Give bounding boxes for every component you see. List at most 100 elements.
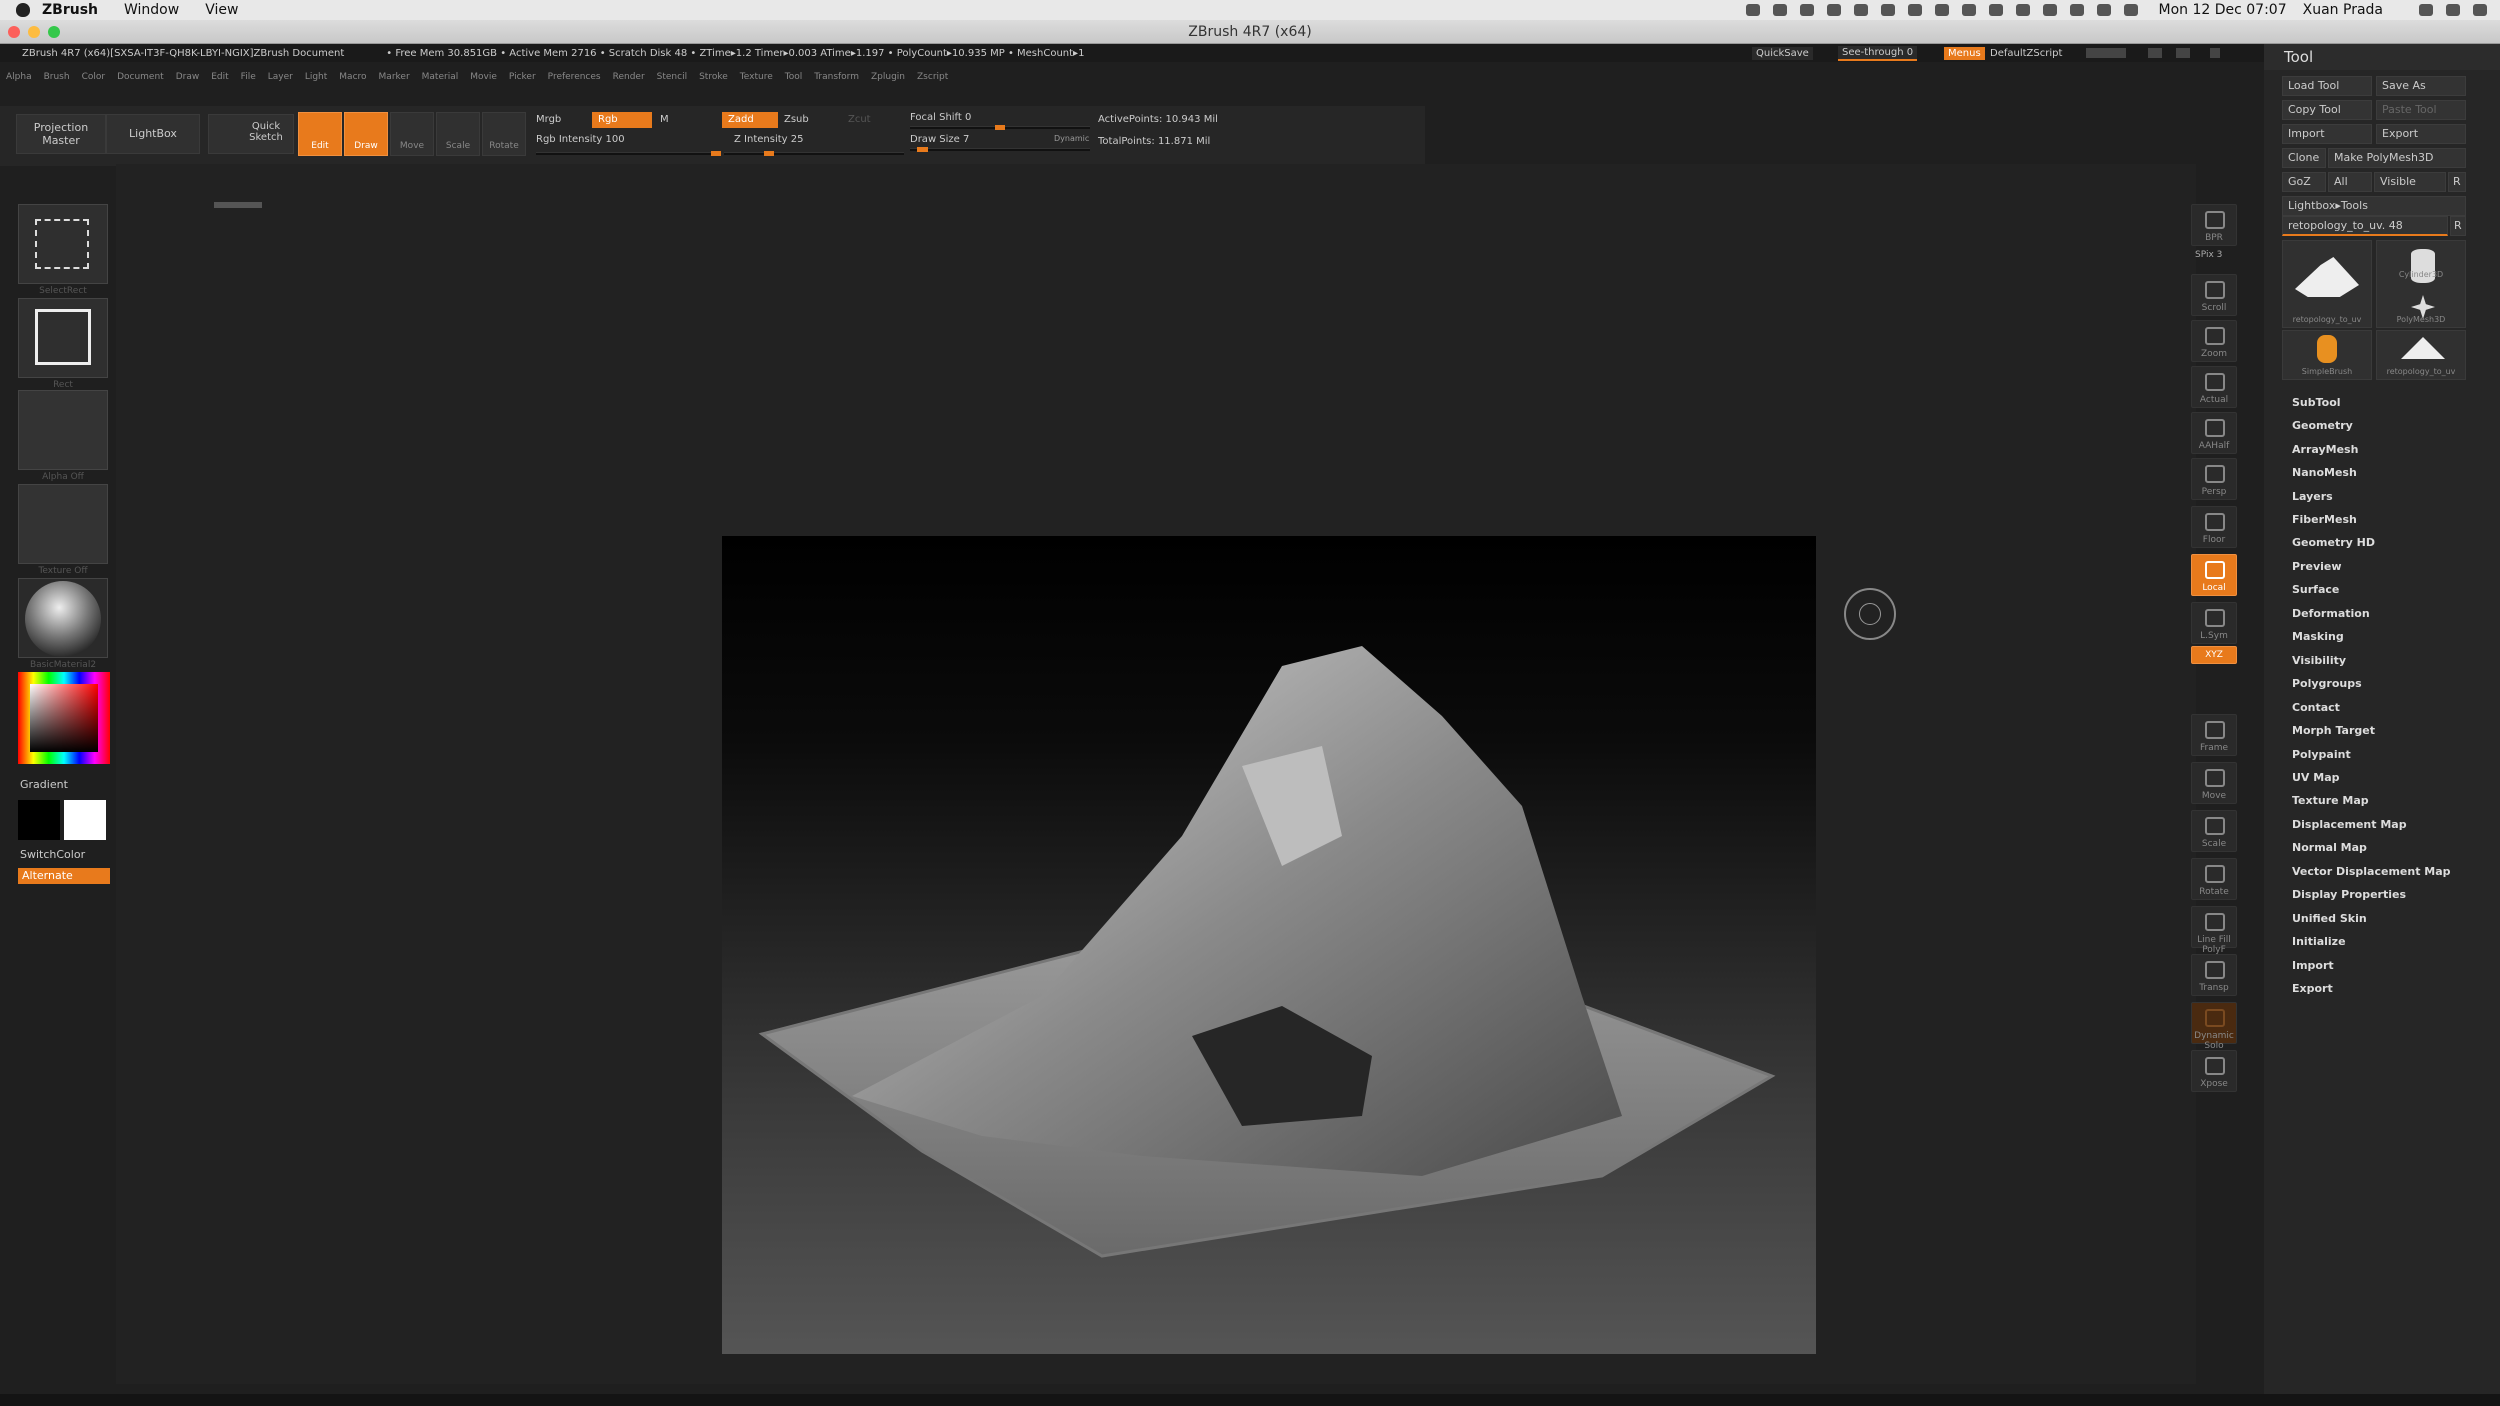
section-normal-map[interactable]: Normal Map [2292,841,2367,854]
current-tool-slider[interactable]: retopology_to_uv. 48 [2282,216,2448,236]
menu-stroke[interactable]: Stroke [699,72,728,82]
local-button[interactable]: Local [2191,554,2237,596]
menu-document[interactable]: Document [117,72,164,82]
rgb-intensity-slider[interactable] [536,151,722,156]
secondary-color-swatch[interactable] [64,800,106,840]
section-preview[interactable]: Preview [2292,560,2342,573]
quicksave-button[interactable]: QuickSave [1752,46,1813,60]
globe-icon[interactable] [1988,4,2003,16]
zoom-button[interactable]: Zoom [2191,320,2237,362]
lock-icon[interactable] [2210,48,2220,58]
menu-light[interactable]: Light [305,72,327,82]
alpha-slot[interactable] [18,390,108,470]
bottom-tray-handle[interactable] [0,1394,2500,1406]
menu-alpha[interactable]: Alpha [6,72,32,82]
wifi-icon[interactable] [2042,4,2057,16]
quick-sketch-button[interactable]: Quick Sketch [208,114,294,154]
arrows-icon[interactable] [1934,4,1949,16]
document-viewport[interactable] [722,536,1816,1354]
bpr-button[interactable]: BPR [2191,204,2237,246]
menu-window[interactable]: Window [124,2,179,18]
tool-thumb-retopology-2[interactable]: retopology_to_uv [2376,330,2466,380]
menu-zplugin[interactable]: Zplugin [871,72,905,82]
menu-layer[interactable]: Layer [268,72,293,82]
zadd-button[interactable]: Zadd [722,112,778,128]
section-vector-displacement-map[interactable]: Vector Displacement Map [2292,865,2451,878]
switch-color-button[interactable]: SwitchColor [20,848,85,861]
stroke-slot[interactable] [18,298,108,378]
mrgb-button[interactable]: Mrgb [536,114,561,125]
section-unified-skin[interactable]: Unified Skin [2292,912,2367,925]
m-button[interactable]: M [660,114,669,125]
volume-icon[interactable] [2096,4,2111,16]
menu-transform[interactable]: Transform [814,72,859,82]
layout-arrows-icon[interactable] [2086,48,2126,58]
clock[interactable]: Mon 12 Dec 07:07 [2159,2,2287,18]
copy-tool-button[interactable]: Copy Tool [2282,100,2372,120]
persp-button[interactable]: Persp [2191,458,2237,500]
tool-thumb-cylinder3d[interactable]: Cylinder3D PolyMesh3D [2376,240,2466,328]
goz-all-button[interactable]: All [2328,172,2372,192]
see-through-slider[interactable]: See-through 0 [1838,45,1918,61]
goz-button[interactable]: GoZ [2282,172,2326,192]
clone-button[interactable]: Clone [2282,148,2326,168]
menu-zscript[interactable]: Zscript [917,72,948,82]
section-geometry-hd[interactable]: Geometry HD [2292,536,2375,549]
edit-mode-button[interactable]: Edit [298,112,342,156]
menu-stencil[interactable]: Stencil [657,72,687,82]
section-deformation[interactable]: Deformation [2292,607,2370,620]
rotate-view-button[interactable]: Rotate [2191,858,2237,900]
default-zscript[interactable]: DefaultZScript [1986,47,2066,60]
brush-slot[interactable] [18,204,108,284]
tool-thumb-retopology[interactable]: retopology_to_uv [2282,240,2372,328]
projection-master-button[interactable]: Projection Master [16,114,106,154]
menu-material[interactable]: Material [422,72,459,82]
section-import[interactable]: Import [2292,959,2334,972]
tool-thumb-simplebrush[interactable]: SimpleBrush [2282,330,2372,380]
lightbox-tools-button[interactable]: Lightbox▸Tools [2282,196,2466,216]
menu-picker[interactable]: Picker [509,72,536,82]
eye-icon[interactable] [1907,4,1922,16]
section-layers[interactable]: Layers [2292,490,2333,503]
tool-palette-title[interactable]: Tool [2264,44,2500,70]
section-uv-map[interactable]: UV Map [2292,771,2340,784]
layout-icon[interactable] [2176,48,2190,58]
scale-mode-button[interactable]: Scale [436,112,480,156]
section-initialize[interactable]: Initialize [2292,935,2346,948]
spix-slider[interactable]: SPix 3 [2195,250,2222,260]
dropbox-icon[interactable] [1772,4,1787,16]
alternate-button[interactable]: Alternate [18,868,110,884]
color-picker[interactable] [18,672,110,764]
minimize-window-button[interactable] [28,26,40,38]
section-arraymesh[interactable]: ArrayMesh [2292,443,2358,456]
menu-brush[interactable]: Brush [44,72,70,82]
section-export[interactable]: Export [2292,982,2333,995]
current-tool-r-button[interactable]: R [2450,216,2466,236]
transp-button[interactable]: Transp [2191,954,2237,996]
bluetooth-icon[interactable] [2015,4,2030,16]
draw-mode-button[interactable]: Draw [344,112,388,156]
camera-icon[interactable] [1745,4,1760,16]
frame-button[interactable]: Frame [2191,714,2237,756]
canvas-scroll-handle[interactable] [214,202,262,208]
move-mode-button[interactable]: Move [390,112,434,156]
close-window-button[interactable] [8,26,20,38]
export-button[interactable]: Export [2376,124,2466,144]
menu-file[interactable]: File [241,72,256,82]
move-view-button[interactable]: Move [2191,762,2237,804]
section-displacement-map[interactable]: Displacement Map [2292,818,2407,831]
menu-marker[interactable]: Marker [379,72,410,82]
lightbox-button[interactable]: LightBox [106,114,200,154]
menu-view[interactable]: View [205,2,238,18]
section-contact[interactable]: Contact [2292,701,2340,714]
paste-tool-button[interactable]: Paste Tool [2376,100,2466,120]
import-button[interactable]: Import [2282,124,2372,144]
siri-icon[interactable] [2446,4,2460,16]
zcut-button[interactable]: Zcut [848,114,871,125]
aahalf-button[interactable]: AAHalf [2191,412,2237,454]
umbrella-icon[interactable] [1880,4,1895,16]
battery-icon[interactable] [2123,4,2138,16]
main-color-swatch[interactable] [18,800,60,840]
texture-slot[interactable] [18,484,108,564]
polyf-button[interactable]: Line Fill PolyF [2191,906,2237,955]
